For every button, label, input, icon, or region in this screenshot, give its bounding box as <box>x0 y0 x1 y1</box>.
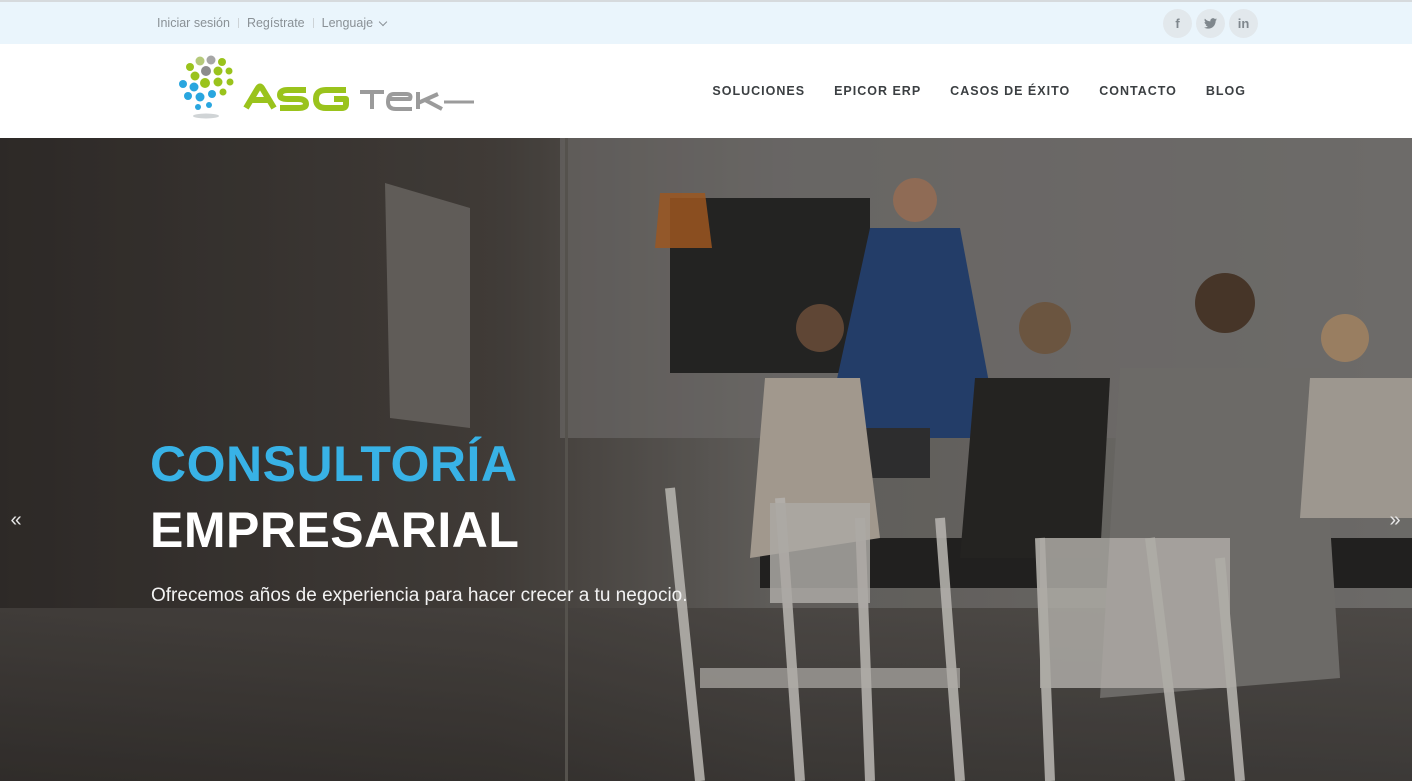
facebook-button[interactable]: f <box>1163 9 1192 38</box>
hero-slider: « » CONSULTORÍA EMPRESARIAL Ofrecemos añ… <box>0 138 1412 781</box>
site-header: SOLUCIONES EPICOR ERP CASOS DE ÉXITO CON… <box>0 44 1412 138</box>
slider-prev-button[interactable]: « <box>4 508 28 532</box>
main-navigation: SOLUCIONES EPICOR ERP CASOS DE ÉXITO CON… <box>712 44 1246 138</box>
divider <box>312 18 314 28</box>
logo-tek <box>360 90 474 111</box>
divider <box>237 18 239 28</box>
facebook-icon: f <box>1175 16 1180 31</box>
nav-contacto[interactable]: CONTACTO <box>1099 84 1177 98</box>
nav-epicor-erp[interactable]: EPICOR ERP <box>834 84 921 98</box>
linkedin-button[interactable]: in <box>1229 9 1258 38</box>
chevron-double-left-icon: « <box>10 509 22 531</box>
chevron-down-icon <box>378 17 388 27</box>
social-links: f in <box>1163 9 1258 38</box>
account-links: Iniciar sesión Regístrate Lenguaje <box>157 2 388 44</box>
nav-casos-de-exito[interactable]: CASOS DE ÉXITO <box>950 84 1070 98</box>
hero-title-line1: CONSULTORÍA <box>150 436 518 492</box>
logo-mark <box>179 55 234 119</box>
register-link[interactable]: Regístrate <box>247 16 305 30</box>
language-label: Lenguaje <box>321 16 374 30</box>
nav-soluciones[interactable]: SOLUCIONES <box>712 84 805 98</box>
asgtek-logo[interactable] <box>176 52 486 124</box>
top-utility-bar: Iniciar sesión Regístrate Lenguaje f in <box>0 0 1412 44</box>
language-dropdown[interactable]: Lenguaje <box>321 16 388 30</box>
chevron-double-right-icon: » <box>1389 509 1401 531</box>
login-link[interactable]: Iniciar sesión <box>157 16 230 30</box>
logo-asg <box>243 83 349 111</box>
nav-blog[interactable]: BLOG <box>1206 84 1246 98</box>
twitter-icon <box>1204 18 1217 29</box>
hero-subtitle: Ofrecemos años de experiencia para hacer… <box>151 585 688 606</box>
twitter-button[interactable] <box>1196 9 1225 38</box>
slider-next-button[interactable]: » <box>1383 508 1407 532</box>
linkedin-icon: in <box>1237 16 1250 31</box>
hero-title-line2: EMPRESARIAL <box>150 502 520 558</box>
